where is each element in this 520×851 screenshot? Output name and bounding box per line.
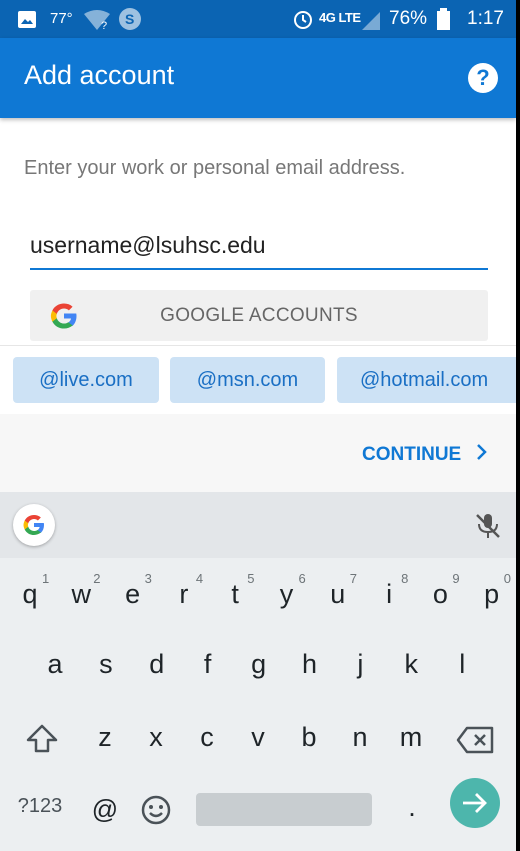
- arrow-right-icon: [463, 793, 487, 813]
- shazam-icon: S: [119, 8, 141, 30]
- suggestion-bar: [0, 492, 516, 558]
- key-n[interactable]: n: [335, 722, 385, 753]
- key-z[interactable]: z: [80, 722, 130, 753]
- continue-label: CONTINUE: [362, 444, 462, 465]
- battery-level: 76%: [389, 8, 428, 29]
- key-hint-2: 2: [93, 571, 101, 586]
- email-field[interactable]: [30, 222, 488, 270]
- key-d[interactable]: d: [132, 649, 182, 680]
- network-type: 4G LTE: [319, 10, 361, 25]
- domain-chip-msn[interactable]: @msn.com: [170, 357, 325, 403]
- key-hint-3: 3: [144, 571, 152, 586]
- chevron-right-icon: [476, 444, 487, 460]
- key-x[interactable]: x: [131, 722, 181, 753]
- key-j[interactable]: j: [335, 649, 385, 680]
- gallery-icon: [18, 11, 36, 28]
- temperature: 77°: [50, 10, 73, 27]
- domain-chip-live[interactable]: @live.com: [13, 357, 159, 403]
- period-key[interactable]: .: [387, 792, 437, 823]
- wifi-unknown-icon: ?: [84, 10, 110, 30]
- email-prompt: Enter your work or personal email addres…: [24, 157, 406, 179]
- signal-icon: [362, 12, 380, 30]
- app-bar: Add account ?: [0, 38, 516, 118]
- battery-icon: [437, 8, 450, 30]
- divider: [0, 345, 516, 346]
- key-h[interactable]: h: [285, 649, 335, 680]
- key-hint-7: 7: [349, 571, 358, 586]
- svg-text:?: ?: [101, 20, 107, 30]
- google-accounts-button[interactable]: GOOGLE ACCOUNTS: [30, 290, 488, 341]
- key-hint-0: 0: [503, 571, 511, 586]
- key-hint-5: 5: [247, 571, 255, 586]
- key-a[interactable]: a: [30, 649, 80, 680]
- key-hint-4: 4: [195, 571, 204, 586]
- continue-button[interactable]: CONTINUE: [362, 444, 489, 466]
- clock: 1:17: [467, 8, 504, 29]
- page-title: Add account: [24, 60, 175, 90]
- key-hint-6: 6: [298, 571, 306, 586]
- key-hint-1: 1: [42, 571, 50, 586]
- space-key[interactable]: [196, 793, 372, 826]
- shift-icon[interactable]: [26, 724, 58, 754]
- svg-text:S: S: [125, 11, 134, 27]
- screen: 77° ? S 4G LTE 76% 1:17 Add account ? En…: [0, 0, 516, 851]
- key-hint-9: 9: [452, 571, 460, 586]
- google-accounts-label: GOOGLE ACCOUNTS: [160, 305, 358, 326]
- enter-key[interactable]: [450, 778, 500, 828]
- key-m[interactable]: m: [386, 722, 436, 753]
- help-icon[interactable]: ?: [468, 63, 498, 93]
- key-l[interactable]: l: [437, 649, 487, 680]
- key-hint-8: 8: [401, 571, 409, 586]
- google-g-icon: [23, 515, 44, 535]
- continue-row: CONTINUE: [0, 414, 516, 492]
- mic-off-icon[interactable]: [475, 512, 501, 540]
- key-s[interactable]: s: [81, 649, 131, 680]
- key-b[interactable]: b: [284, 722, 334, 753]
- backspace-icon[interactable]: [456, 726, 494, 754]
- key-g[interactable]: g: [234, 649, 284, 680]
- keyboard: q1w2e3r4t5y6u7i8o9p0asdfghjklzxcvbnm ?12…: [0, 492, 516, 851]
- domain-chip-hotmail[interactable]: @hotmail.com: [337, 357, 516, 403]
- alarm-icon: [294, 11, 312, 29]
- google-search-button[interactable]: [13, 504, 55, 546]
- at-key[interactable]: @: [80, 794, 130, 825]
- key-v[interactable]: v: [233, 722, 283, 753]
- key-k[interactable]: k: [386, 649, 436, 680]
- key-f[interactable]: f: [183, 649, 233, 680]
- symbols-key[interactable]: ?123: [15, 795, 65, 818]
- key-c[interactable]: c: [182, 722, 232, 753]
- status-bar: 77° ? S 4G LTE 76% 1:17: [0, 0, 516, 38]
- emoji-icon[interactable]: [141, 795, 171, 825]
